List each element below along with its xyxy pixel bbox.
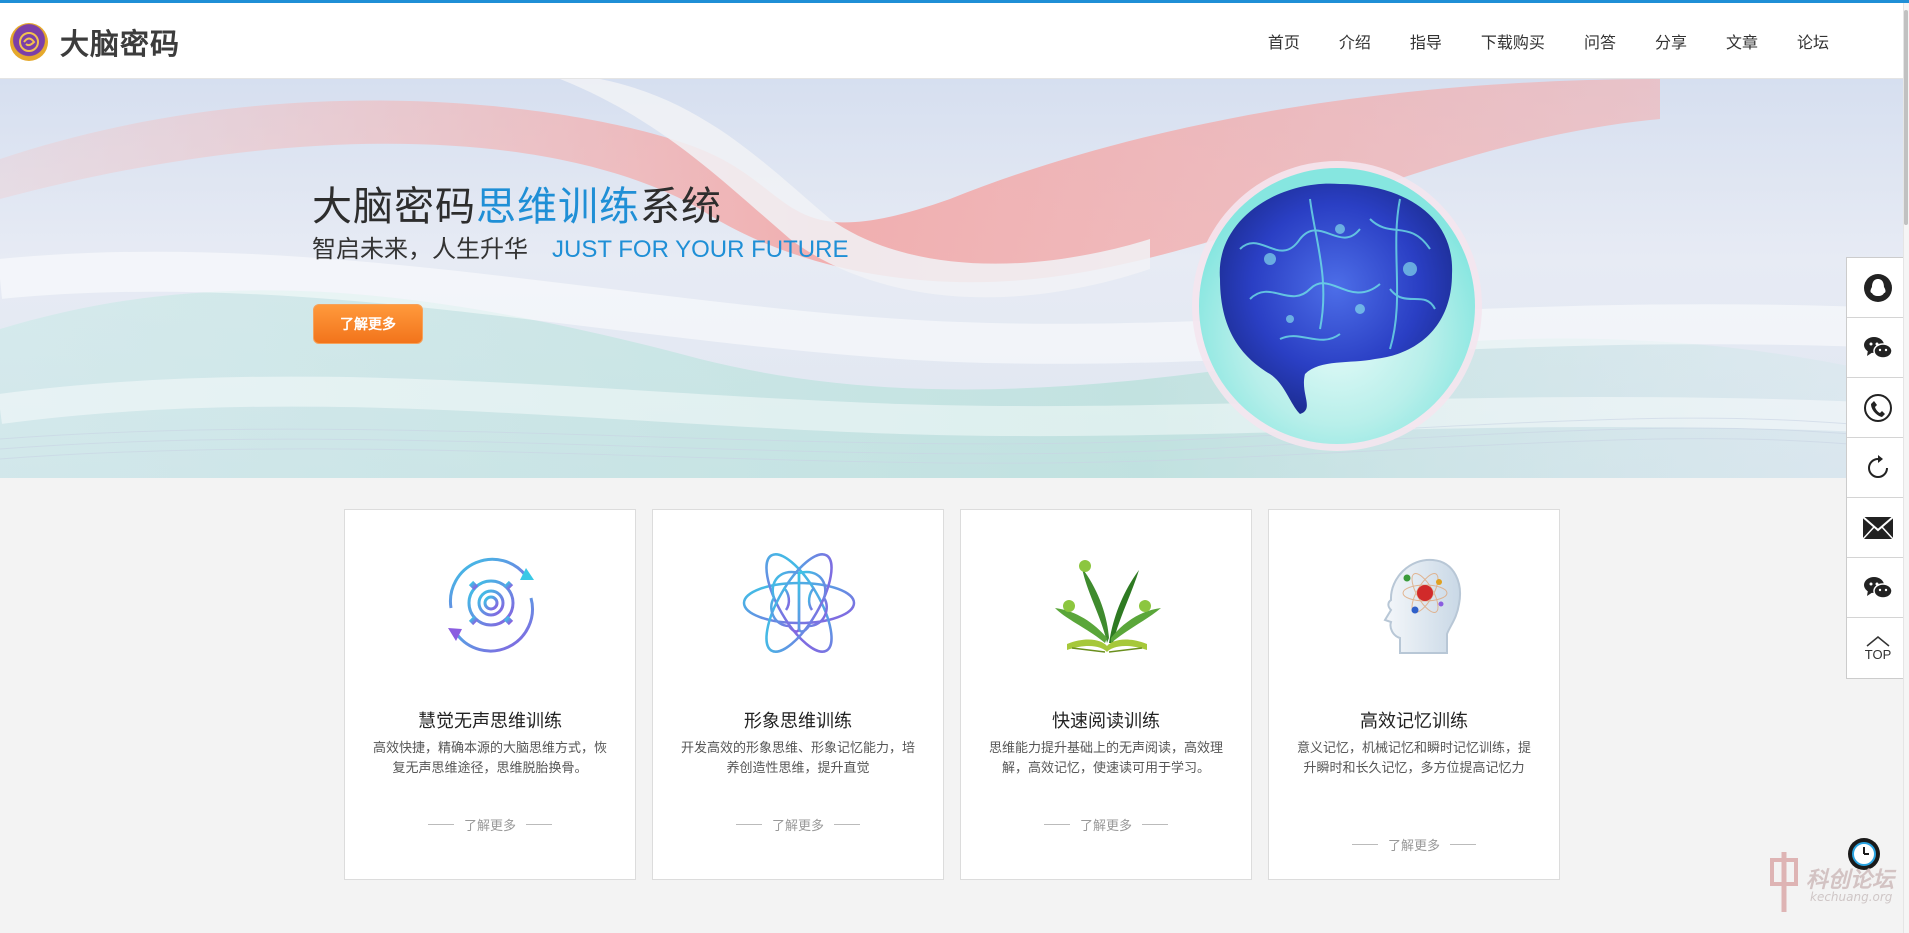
sidebar-item-qq[interactable]	[1847, 258, 1909, 318]
feature-card[interactable]: 高效记忆训练 意义记忆，机械记忆和瞬时记忆训练，提升瞬时和长久记忆，多方位提高记…	[1268, 509, 1560, 880]
divider-line	[1450, 844, 1476, 845]
chevron-up-icon	[1866, 635, 1890, 647]
feature-card[interactable]: 形象思维训练 开发高效的形象思维、形象记忆能力，培养创造性思维，提升直觉 了解更…	[652, 509, 944, 880]
feature-card[interactable]: 快速阅读训练 思维能力提升基础上的无声阅读，高效理解，高效记忆，使速读可用于学习…	[960, 509, 1252, 880]
hero-subtitle-cn: 智启未来，人生升华	[312, 235, 528, 263]
card-learn-more-link[interactable]: 了解更多	[345, 815, 635, 834]
brain-orb-image	[1192, 161, 1482, 451]
watermark-logo-icon	[1770, 852, 1798, 912]
nav-home[interactable]: 首页	[1268, 29, 1300, 53]
card-learn-more-label: 了解更多	[1387, 839, 1440, 854]
brain-atom-icon	[742, 553, 856, 653]
back-to-top-label: TOP	[1864, 646, 1892, 662]
sidebar-item-refresh[interactable]	[1847, 438, 1909, 498]
mail-icon	[1862, 515, 1894, 540]
card-title: 慧觉无声思维训练	[418, 711, 562, 732]
divider-line	[735, 824, 762, 825]
divider-line	[1142, 824, 1168, 825]
card-learn-more-label: 了解更多	[771, 819, 824, 834]
brain-logo-icon	[10, 23, 48, 61]
divider-line	[526, 824, 552, 825]
card-description: 开发高效的形象思维、形象记忆能力，培养创造性思维，提升直觉	[680, 741, 915, 776]
gear-cycle-icon	[448, 557, 534, 653]
hero-title-suffix: 系统	[640, 184, 722, 230]
hero-learn-more-button[interactable]: 了解更多	[313, 304, 423, 344]
hero-title: 大脑密码思维训练系统	[312, 174, 722, 232]
wave-background	[0, 79, 1909, 478]
divider-line	[1043, 824, 1070, 825]
card-title: 高效记忆训练	[1360, 711, 1468, 732]
back-to-top-button[interactable]: TOP	[1847, 618, 1909, 678]
wechat-icon	[1864, 336, 1893, 359]
watermark: 科创论坛 kechuang.org	[1762, 852, 1902, 916]
card-learn-more-link[interactable]: 了解更多	[653, 815, 943, 834]
nav-share[interactable]: 分享	[1655, 29, 1687, 53]
nav-guide[interactable]: 指导	[1410, 29, 1442, 53]
card-description: 思维能力提升基础上的无声阅读，高效理解，高效记忆，使速读可用于学习。	[988, 741, 1223, 776]
sidebar-item-wechat-2[interactable]	[1847, 558, 1909, 618]
hero-subtitle: 智启未来，人生升华 JUST FOR YOUR FUTURE	[312, 229, 848, 264]
hero-title-highlight: 思维训练	[476, 184, 640, 230]
feature-card[interactable]: 慧觉无声思维训练 高效快捷，精确本源的大脑思维方式，恢复无声思维途径，思维脱胎换…	[344, 509, 636, 880]
sidebar-item-wechat[interactable]	[1847, 318, 1909, 378]
sidebar-item-mail[interactable]	[1847, 498, 1909, 558]
nav-download[interactable]: 下载购买	[1481, 29, 1545, 53]
sidebar-item-phone[interactable]	[1847, 378, 1909, 438]
feature-cards: 慧觉无声思维训练 高效快捷，精确本源的大脑思维方式，恢复无声思维途径，思维脱胎换…	[344, 509, 1576, 880]
card-description: 高效快捷，精确本源的大脑思维方式，恢复无声思维途径，思维脱胎换骨。	[372, 741, 607, 776]
growing-book-icon	[1055, 560, 1161, 653]
logo-text: 大脑密码	[60, 27, 181, 61]
card-title: 形象思维训练	[744, 711, 852, 732]
nav-intro[interactable]: 介绍	[1339, 29, 1371, 53]
floating-sidebar: TOP	[1846, 257, 1909, 679]
watermark-text-en: kechuang.org	[1810, 890, 1893, 904]
card-learn-more-label: 了解更多	[463, 819, 516, 834]
hero-title-prefix: 大脑密码	[312, 184, 476, 230]
divider-line	[427, 824, 454, 825]
site-header: 大脑密码 首页 介绍 指导 下载购买 问答 分享 文章 论坛	[0, 3, 1909, 79]
card-description: 意义记忆，机械记忆和瞬时记忆训练，提升瞬时和长久记忆，多方位提高记忆力	[1296, 741, 1531, 776]
scrollbar-thumb[interactable]	[1904, 10, 1908, 225]
card-title: 快速阅读训练	[1052, 711, 1160, 732]
nav-qa[interactable]: 问答	[1584, 29, 1616, 53]
head-molecule-icon	[1383, 558, 1461, 654]
card-learn-more-link[interactable]: 了解更多	[961, 815, 1251, 834]
nav-articles[interactable]: 文章	[1726, 29, 1758, 53]
wechat-icon	[1864, 576, 1893, 599]
refresh-icon	[1868, 454, 1888, 478]
nav-forum[interactable]: 论坛	[1797, 29, 1829, 53]
hero-subtitle-en: JUST FOR YOUR FUTURE	[552, 236, 849, 263]
phone-icon	[1864, 393, 1892, 422]
hero-banner: 大脑密码思维训练系统 智启未来，人生升华 JUST FOR YOUR FUTURE…	[0, 79, 1909, 478]
qq-icon	[1864, 273, 1892, 302]
divider-line	[1351, 844, 1378, 845]
card-learn-more-link[interactable]: 了解更多	[1269, 835, 1559, 854]
divider-line	[834, 824, 860, 825]
main-nav: 首页 介绍 指导 下载购买 问答 分享 文章 论坛	[1229, 3, 1829, 79]
logo[interactable]: 大脑密码	[10, 21, 180, 63]
card-learn-more-label: 了解更多	[1079, 819, 1132, 834]
